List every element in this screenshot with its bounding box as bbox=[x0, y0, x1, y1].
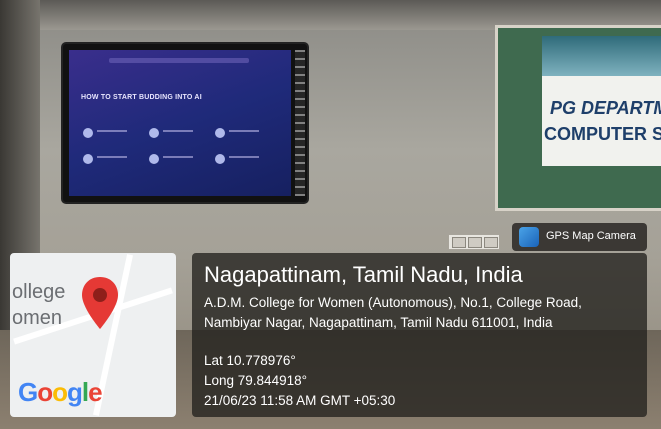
location-title: Nagapattinam, Tamil Nadu, India bbox=[204, 262, 523, 287]
tv-slide-text bbox=[97, 156, 127, 158]
poster-line-2: COMPUTER S bbox=[544, 124, 661, 144]
tv-slide-icon bbox=[149, 128, 159, 138]
tv-screen: HOW TO START BUDDING INTO AI bbox=[69, 50, 291, 196]
tv-slide-icon bbox=[215, 128, 225, 138]
tv-slide-title: HOW TO START BUDDING INTO AI bbox=[81, 94, 202, 101]
location-address: A.D.M. College for Women (Autonomous), N… bbox=[204, 295, 582, 330]
map-pin-icon bbox=[82, 277, 118, 329]
google-logo-letter: e bbox=[88, 377, 103, 407]
google-logo-letter: o bbox=[52, 377, 68, 407]
wall-switch bbox=[468, 237, 482, 248]
map-thumbnail: ollege omen Google bbox=[10, 253, 176, 417]
longitude: Long 79.844918° bbox=[204, 373, 307, 388]
tv-slide-icon bbox=[149, 154, 159, 164]
poster-line-1: PG DEPARTM bbox=[550, 98, 661, 118]
tv-side-strip bbox=[295, 50, 305, 196]
tv-slide-text bbox=[163, 156, 193, 158]
wall-switch bbox=[452, 237, 466, 248]
wall-mounted-tv: HOW TO START BUDDING INTO AI bbox=[63, 44, 307, 202]
tv-slide-text bbox=[97, 130, 127, 132]
google-logo-letter: o bbox=[37, 377, 53, 407]
google-logo: Google bbox=[18, 377, 103, 408]
timestamp: 21/06/23 11:58 AM GMT +05:30 bbox=[204, 393, 396, 408]
tv-slide-text bbox=[229, 130, 259, 132]
tv-slide-icon bbox=[215, 154, 225, 164]
tv-slide-icon bbox=[83, 154, 93, 164]
tv-slide-text bbox=[163, 130, 193, 132]
wall-switch bbox=[484, 237, 498, 248]
map-camera-icon bbox=[519, 227, 539, 247]
map-label: ollege bbox=[12, 281, 66, 303]
switch-board bbox=[448, 234, 500, 250]
google-logo-letter: G bbox=[18, 377, 38, 407]
map-label: omen bbox=[12, 307, 63, 329]
department-poster: PG DEPARTM COMPUTER S bbox=[542, 36, 661, 166]
latitude: Lat 10.778976° bbox=[204, 353, 296, 368]
gps-map-camera-badge: GPS Map Camera bbox=[512, 223, 647, 251]
poster-banner bbox=[542, 36, 661, 76]
tv-slide-text bbox=[229, 156, 259, 158]
tv-browser-bar bbox=[109, 58, 249, 63]
tv-slide-icon bbox=[83, 128, 93, 138]
badge-label: GPS Map Camera bbox=[546, 230, 636, 242]
location-info-panel: Nagapattinam, Tamil Nadu, India A.D.M. C… bbox=[192, 253, 647, 417]
notice-board: PG DEPARTM COMPUTER S bbox=[495, 25, 661, 211]
google-logo-letter: g bbox=[67, 377, 83, 407]
